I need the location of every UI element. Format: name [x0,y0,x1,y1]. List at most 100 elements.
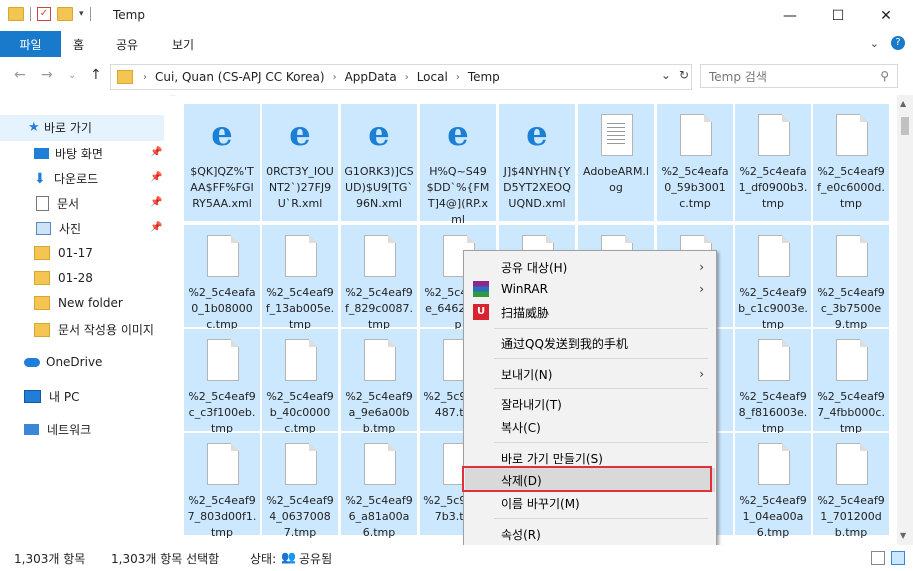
breadcrumb-temp[interactable]: Temp [468,70,500,84]
back-icon[interactable]: ← [14,67,26,83]
sidebar-item-quick-access[interactable]: ★ 바로 가기 [28,119,92,136]
sidebar-item-documents[interactable]: 문서 [34,195,79,212]
menu-item-properties[interactable]: 속성(R) [464,523,716,545]
edge-icon: e [447,114,469,154]
sidebar-item-01-28[interactable]: 01-28 [34,271,93,285]
file-item[interactable]: %2_5c4eaf98_f816003e.tmp [735,329,811,435]
file-item[interactable]: %2_5c4eaf9b_c1c9003e.tmp [735,225,811,331]
file-item[interactable]: %2_5c4eaf9f_13ab005e.tmp [262,225,338,331]
file-item[interactable]: %2_5c4eaf9c_3b7500e9.tmp [813,225,889,331]
scroll-thumb[interactable] [901,117,909,135]
pin-icon[interactable]: 📌 [150,197,162,208]
sidebar-item-pictures[interactable]: 사진 [34,220,81,237]
sidebar-item-desktop[interactable]: 바탕 화면 [34,145,103,162]
details-view-icon[interactable] [871,551,885,565]
address-bar[interactable]: › Cui, Quan (CS-APJ CC Korea) › AppData … [110,64,692,90]
sidebar-item-label: New folder [58,296,123,310]
file-item[interactable]: %2_5c4eaf9f_829c0087.tmp [341,225,417,331]
tab-share[interactable]: 공유 [116,36,138,53]
divider [89,7,91,21]
file-item[interactable]: e H%Q~S49$DD`%{FMT]4@](RP.xml [420,104,496,226]
file-item[interactable]: %2_5c4eaf91_701200db.tmp [813,433,889,539]
sidebar-item-network[interactable]: 네트워크 [24,421,91,438]
breadcrumb-separator-icon[interactable]: › [405,72,409,83]
file-name: %2_5c4eafa1_df0900b3.tmp [738,165,808,210]
file-item[interactable]: %2_5c4eaf96_a81a00a6.tmp [341,433,417,539]
pin-icon[interactable]: 📌 [150,147,162,158]
edge-icon: e [368,114,390,154]
scroll-down-icon[interactable]: ▼ [900,531,906,540]
file-item[interactable]: %2_5c4eaf97_803d00f1.tmp [184,433,260,539]
recent-locations-icon[interactable]: ⌄ [68,70,76,81]
submenu-arrow-icon: › [699,367,704,381]
menu-item-send-to[interactable]: 보내기(N) › [464,363,716,385]
file-item[interactable]: e $QK]QZ%'TAA$FF%FGIRY5AA.xml [184,104,260,221]
breadcrumb-separator-icon[interactable]: › [333,72,337,83]
folder-icon[interactable] [8,7,24,21]
breadcrumb-separator-icon[interactable]: › [143,72,147,83]
file-item[interactable]: %2_5c4eaf9f_e0c6000d.tmp [813,104,889,221]
file-icon [207,443,239,485]
pin-icon[interactable]: 📌 [150,172,162,183]
refresh-icon[interactable]: ↻ [679,68,689,82]
file-name: %2_5c4eaf9f_13ab005e.tmp [265,286,335,331]
new-folder-icon[interactable] [57,7,73,21]
menu-divider [494,518,708,519]
expand-ribbon-icon[interactable]: ⌄ [870,37,879,50]
file-name: %2_5c4eaf9c_c3f100eb.tmp [188,390,256,435]
menu-item-scan-threats[interactable]: U 扫描威胁 [464,301,716,323]
menu-item-cut[interactable]: 잘라내기(T) [464,393,716,415]
file-item[interactable]: %2_5c4eafa1_df0900b3.tmp [735,104,811,221]
item-count: 1,303개 항목 [14,552,86,566]
file-item[interactable]: e G1ORK3)]CSUD)$U9[TG`96N.xml [341,104,417,221]
file-item[interactable]: %2_5c4eaf9c_c3f100eb.tmp [184,329,260,435]
sidebar-item-downloads[interactable]: ⬇ 다운로드 [34,170,98,187]
file-item[interactable]: e 0RCT3Y_IOUNT2`)27FJ9U`R.xml [262,104,338,221]
file-name: AdobeARM.log [582,165,649,194]
file-item[interactable]: %2_5c4eaf9b_40c0000c.tmp [262,329,338,435]
sidebar-item-01-17[interactable]: 01-17 [34,246,93,260]
large-icons-view-icon[interactable] [891,551,905,565]
forward-icon[interactable]: → [41,67,53,83]
pin-icon[interactable]: 📌 [150,222,162,233]
file-item[interactable]: %2_5c4eaf97_4fbb000c.tmp [813,329,889,435]
address-dropdown-icon[interactable]: ⌄ [661,68,671,82]
vertical-scrollbar[interactable]: ▲ ▼ [897,95,913,545]
customize-dropdown-icon[interactable]: ▾ [79,9,84,19]
menu-item-rename[interactable]: 이름 바꾸기(M) [464,492,716,514]
tab-home[interactable]: 홈 [73,36,84,53]
search-input[interactable]: Temp 검색 ⚲ [700,64,898,88]
file-item[interactable]: %2_5c4eaf94_06370087.tmp [262,433,338,539]
scroll-up-icon[interactable]: ▲ [900,99,906,108]
file-item[interactable]: %2_5c4eaf9a_9e6a00bb.tmp [341,329,417,435]
tab-view[interactable]: 보기 [172,36,194,53]
file-item[interactable]: AdobeARM.log [578,104,654,221]
breadcrumb-local[interactable]: Local [417,70,448,84]
sidebar-item-this-pc[interactable]: 내 PC [24,388,79,405]
tab-file[interactable]: 파일 [0,31,61,57]
file-item[interactable]: %2_5c4eaf91_04ea00a6.tmp [735,433,811,539]
file-item[interactable]: %2_5c4eafa0_59b3001c.tmp [657,104,733,221]
file-item[interactable]: e J]$4NYHN{YD5YT2XEOQUQND.xml [499,104,575,221]
maximize-button[interactable]: ☐ [815,0,861,31]
minimize-button[interactable]: — [767,0,813,31]
breadcrumb-separator-icon[interactable]: › [456,72,460,83]
properties-check-icon[interactable]: ✓ [37,7,51,21]
menu-item-copy[interactable]: 복사(C) [464,416,716,438]
breadcrumb-user[interactable]: Cui, Quan (CS-APJ CC Korea) [155,70,325,84]
file-item[interactable]: %2_5c4eafa0_1b08000c.tmp [184,225,260,331]
up-icon[interactable]: ↑ [90,67,102,83]
file-name: H%Q~S49$DD`%{FMT]4@](RP.xml [426,165,490,226]
menu-item-send-qq[interactable]: 通过QQ发送到我的手机 [464,332,716,354]
ribbon-tabs: 파일 홈 공유 보기 ⌄ ? [0,31,913,57]
sidebar-item-onedrive[interactable]: OneDrive [24,355,102,369]
menu-item-winrar[interactable]: WinRAR › [464,278,716,300]
help-icon[interactable]: ? [891,36,905,50]
menu-item-share-with[interactable]: 공유 대상(H) › [464,256,716,278]
search-icon[interactable]: ⚲ [880,69,889,83]
sidebar-item-new-folder[interactable]: New folder [34,296,123,310]
breadcrumb-appdata[interactable]: AppData [345,70,397,84]
sidebar-item-label: 바탕 화면 [55,147,103,161]
close-button[interactable]: ✕ [863,0,909,31]
sidebar-item-doc-images[interactable]: 문서 작성용 이미지 [34,321,154,338]
